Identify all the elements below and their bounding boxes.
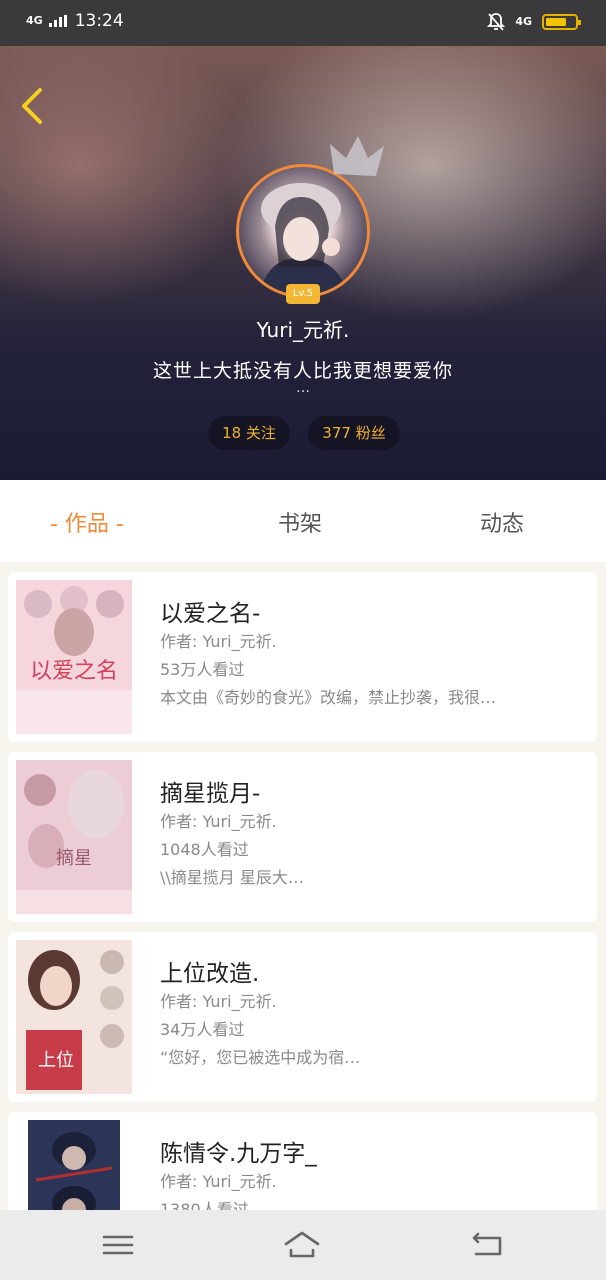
menu-icon[interactable] <box>98 1228 138 1262</box>
work-description: \\摘星揽月 星辰大… <box>160 868 304 887</box>
clock: 13:24 <box>74 11 124 31</box>
status-left: 4G 13:24 <box>26 11 124 31</box>
work-description: “您好，您已被选中成为宿… <box>160 1048 361 1067</box>
work-title: 上位改造. <box>160 961 260 987</box>
work-title: 摘星揽月- <box>160 781 261 807</box>
following-count[interactable]: 18 关注 <box>208 416 290 450</box>
system-nav-bar <box>0 1210 606 1280</box>
works-list: 以爱之名 以爱之名- 作者: Yuri_元祈. 53万人看过 本文由《奇妙的食光… <box>0 562 606 1210</box>
work-card[interactable]: 陈情令.九万字_ 作者: Yuri_元祈. 1380人看过 <box>8 1112 597 1210</box>
work-author: 作者: Yuri_元祈. <box>160 992 277 1011</box>
work-description: 本文由《奇妙的食光》改编，禁止抄袭，我很… <box>160 688 497 707</box>
username: Yuri_元祈. <box>256 318 350 342</box>
work-author: 作者: Yuri_元祈. <box>160 632 277 651</box>
status-right: 4G <box>487 12 581 32</box>
book-cover <box>28 1120 120 1210</box>
cover-title: 上位 <box>38 1050 74 1071</box>
avatar-image <box>259 183 349 295</box>
work-title: 陈情令.九万字_ <box>160 1141 317 1167</box>
book-cover: 以爱之名 <box>16 580 132 734</box>
work-views: 1380人看过 <box>160 1200 249 1210</box>
book-cover: 上位 <box>16 940 132 1094</box>
network-4g-label: 4G <box>26 14 43 27</box>
bio: 这世上大抵没有人比我更想要爱你 <box>152 360 453 382</box>
cover-title: 摘星 <box>56 848 92 869</box>
level-badge: Lv.5 <box>286 284 320 304</box>
network-4g-label-right: 4G <box>515 15 532 28</box>
work-author: 作者: Yuri_元祈. <box>160 1172 277 1191</box>
tab-works[interactable]: - 作品 - <box>50 506 124 538</box>
work-views: 1048人看过 <box>160 840 249 859</box>
work-views: 34万人看过 <box>160 1020 245 1039</box>
battery-fill <box>546 18 566 26</box>
profile-header: Lv.5 Yuri_元祈. 这世上大抵没有人比我更想要爱你 … 18 关注 37… <box>0 46 606 480</box>
work-card[interactable]: 摘星 摘星揽月- 作者: Yuri_元祈. 1048人看过 \\摘星揽月 星辰大… <box>8 752 597 922</box>
bio-more[interactable]: … <box>0 380 606 396</box>
back-icon[interactable] <box>468 1228 508 1262</box>
home-icon[interactable] <box>282 1228 322 1262</box>
bell-off-icon <box>487 13 506 31</box>
back-arrow-icon[interactable] <box>18 86 46 126</box>
work-author: 作者: Yuri_元祈. <box>160 812 277 831</box>
followers-count[interactable]: 377 粉丝 <box>308 416 400 450</box>
work-card[interactable]: 上位 上位改造. 作者: Yuri_元祈. 34万人看过 “您好，您已被选中成为… <box>8 932 597 1102</box>
work-card[interactable]: 以爱之名 以爱之名- 作者: Yuri_元祈. 53万人看过 本文由《奇妙的食光… <box>8 572 597 742</box>
avatar[interactable] <box>236 164 370 298</box>
work-views: 53万人看过 <box>160 660 245 679</box>
avatar-container[interactable]: Lv.5 <box>236 136 384 304</box>
signal-icon <box>48 15 67 27</box>
crown-icon <box>330 136 384 176</box>
battery-icon <box>542 14 581 30</box>
work-title: 以爱之名- <box>160 601 261 627</box>
book-cover: 摘星 <box>16 760 132 914</box>
tab-activity[interactable]: 动态 <box>480 506 524 538</box>
cover-title: 以爱之名 <box>30 659 118 684</box>
status-bar: 4G 13:24 4G <box>0 0 606 46</box>
tab-bookshelf[interactable]: 书架 <box>278 506 322 538</box>
tab-bar: - 作品 - 书架 动态 <box>0 480 606 562</box>
